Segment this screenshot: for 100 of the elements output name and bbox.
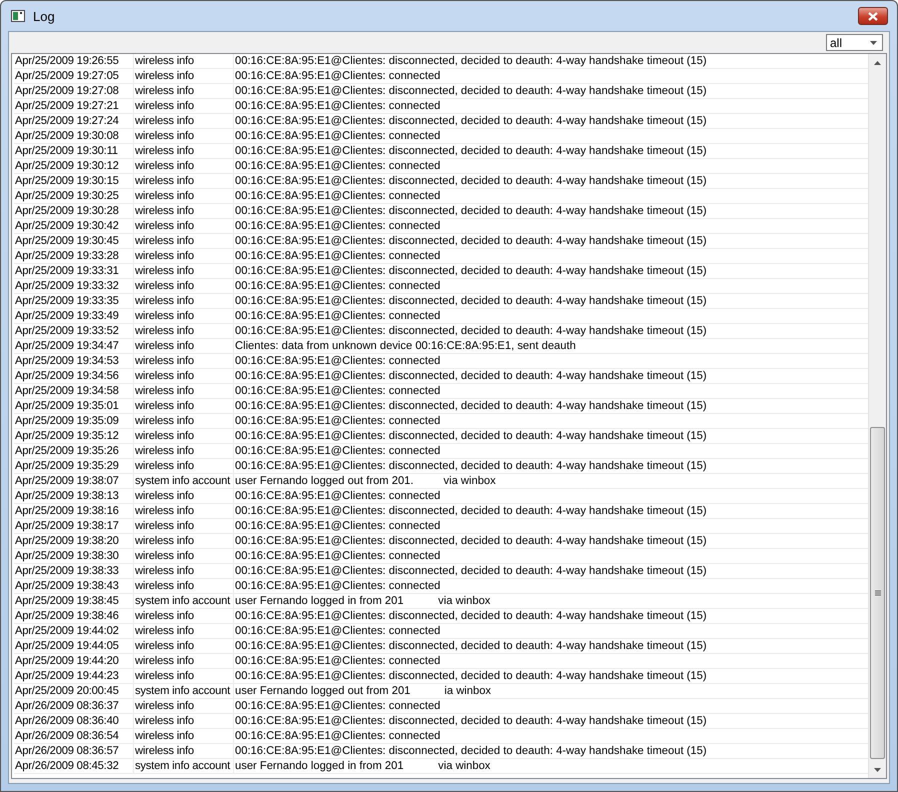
topic-cell: wireless info: [134, 744, 234, 758]
message-cell: 00:16:CE:8A:95:E1@Clientes: disconnected, decided to deauth: 4-way handshake timeout (15): [235, 174, 707, 188]
message-cell: 00:16:CE:8A:95:E1@Clientes: disconnected, decided to deauth: 4-way handshake timeout (15): [235, 324, 707, 338]
time-cell: Apr/25/2009 19:44:23: [14, 669, 134, 683]
close-button[interactable]: [858, 7, 888, 25]
window-icon: [11, 10, 25, 22]
scroll-down-icon[interactable]: [874, 768, 881, 772]
message-cell: 00:16:CE:8A:95:E1@Clientes: disconnected, decided to deauth: 4-way handshake timeout (15): [235, 534, 707, 548]
message-cell: user Fernando logged out from 201: [235, 684, 410, 698]
time-cell: Apr/25/2009 19:35:26: [14, 444, 134, 458]
topic-cell: system info account: [134, 474, 234, 488]
time-cell: Apr/25/2009 19:33:49: [14, 309, 134, 323]
time-cell: Apr/25/2009 19:38:30: [14, 549, 134, 563]
topic-cell: wireless info: [134, 729, 234, 743]
message-cell: 00:16:CE:8A:95:E1@Clientes: disconnected, decided to deauth: 4-way handshake timeout (15): [235, 369, 707, 383]
topic-cell: wireless info: [134, 294, 234, 308]
topic-cell: wireless info: [134, 99, 234, 113]
message-cell: 00:16:CE:8A:95:E1@Clientes: connected: [235, 189, 440, 203]
message-cell: 00:16:CE:8A:95:E1@Clientes: disconnected, decided to deauth: 4-way handshake timeout (15): [235, 234, 707, 248]
message-cell: 00:16:CE:8A:95:E1@Clientes: connected: [235, 549, 440, 563]
time-cell: Apr/25/2009 19:26:55: [14, 54, 134, 68]
topic-cell: wireless info: [134, 84, 234, 98]
time-cell: Apr/26/2009 08:36:57: [14, 744, 134, 758]
time-cell: Apr/25/2009 19:34:56: [14, 369, 134, 383]
message-cell: 00:16:CE:8A:95:E1@Clientes: disconnected, decided to deauth: 4-way handshake timeout (15): [235, 144, 707, 158]
topic-cell: wireless info: [134, 444, 234, 458]
time-cell: Apr/25/2009 19:30:45: [14, 234, 134, 248]
time-cell: Apr/25/2009 19:38:43: [14, 579, 134, 593]
message-cell: 00:16:CE:8A:95:E1@Clientes: connected: [235, 249, 440, 263]
topic-cell: wireless info: [134, 189, 234, 203]
time-cell: Apr/25/2009 19:38:16: [14, 504, 134, 518]
message-cell: 00:16:CE:8A:95:E1@Clientes: connected: [235, 69, 440, 83]
dropdown-arrow-icon[interactable]: [870, 40, 877, 44]
scrollbar[interactable]: [868, 54, 886, 778]
message-cell: 00:16:CE:8A:95:E1@Clientes: connected: [235, 444, 440, 458]
message-cell: 00:16:CE:8A:95:E1@Clientes: connected: [235, 219, 440, 233]
message-cell: 00:16:CE:8A:95:E1@Clientes: connected: [235, 579, 440, 593]
topic-cell: wireless info: [134, 579, 234, 593]
message-cell: 00:16:CE:8A:95:E1@Clientes: disconnected, decided to deauth: 4-way handshake timeout (15): [235, 504, 707, 518]
topic-cell: wireless info: [134, 624, 234, 638]
topic-cell: wireless info: [134, 564, 234, 578]
message-cell: 00:16:CE:8A:95:E1@Clientes: connected: [235, 384, 440, 398]
time-cell: Apr/25/2009 19:44:20: [14, 654, 134, 668]
topic-cell: wireless info: [134, 354, 234, 368]
time-cell: Apr/25/2009 19:27:24: [14, 114, 134, 128]
message-cell: 00:16:CE:8A:95:E1@Clientes: connected: [235, 159, 440, 173]
time-cell: Apr/25/2009 19:38:33: [14, 564, 134, 578]
topic-cell: wireless info: [134, 459, 234, 473]
topic-cell: wireless info: [134, 609, 234, 623]
message-cell: 00:16:CE:8A:95:E1@Clientes: connected: [235, 99, 440, 113]
time-cell: Apr/26/2009 08:45:32: [14, 759, 134, 773]
topic-cell: wireless info: [134, 144, 234, 158]
message-cell: 00:16:CE:8A:95:E1@Clientes: disconnected, decided to deauth: 4-way handshake timeout (15): [235, 204, 707, 218]
time-cell: Apr/25/2009 19:30:11: [14, 144, 134, 158]
time-cell: Apr/25/2009 19:30:12: [14, 159, 134, 173]
time-cell: Apr/25/2009 19:30:08: [14, 129, 134, 143]
time-cell: Apr/25/2009 20:00:45: [14, 684, 134, 698]
topic-cell: wireless info: [134, 309, 234, 323]
topic-cell: wireless info: [134, 549, 234, 563]
topic-cell: system info account: [134, 759, 234, 773]
topic-cell: wireless info: [134, 519, 234, 533]
filter-dropdown[interactable]: all: [826, 34, 883, 51]
message-cell: 00:16:CE:8A:95:E1@Clientes: connected: [235, 519, 440, 533]
time-cell: Apr/25/2009 19:30:42: [14, 219, 134, 233]
time-cell: Apr/25/2009 19:30:28: [14, 204, 134, 218]
message-cell: 00:16:CE:8A:95:E1@Clientes: connected: [235, 414, 440, 428]
topic-cell: wireless info: [134, 114, 234, 128]
message-cell: 00:16:CE:8A:95:E1@Clientes: disconnected, decided to deauth: 4-way handshake timeout (15): [235, 84, 707, 98]
topic-cell: wireless info: [134, 654, 234, 668]
message-cell: Clientes: data from unknown device 00:16:CE:8A:95:E1, sent deauth: [235, 339, 576, 353]
topic-cell: wireless info: [134, 159, 234, 173]
message-cell: 00:16:CE:8A:95:E1@Clientes: connected: [235, 624, 440, 638]
message-cell-text: via winbox: [437, 759, 490, 773]
time-cell: Apr/25/2009 19:35:12: [14, 429, 134, 443]
message-cell: 00:16:CE:8A:95:E1@Clientes: disconnected, decided to deauth: 4-way handshake timeout (15): [235, 54, 707, 68]
topic-cell: wireless info: [134, 129, 234, 143]
topic-cell: wireless info: [134, 714, 234, 728]
message-cell: 00:16:CE:8A:95:E1@Clientes: connected: [235, 309, 440, 323]
time-cell: Apr/26/2009 08:36:40: [14, 714, 134, 728]
message-cell: 00:16:CE:8A:95:E1@Clientes: connected: [235, 489, 440, 503]
message-cell-text: ia winbox: [443, 684, 492, 698]
message-cell: 00:16:CE:8A:95:E1@Clientes: disconnected, decided to deauth: 4-way handshake timeout (15): [235, 609, 707, 623]
message-cell: 00:16:CE:8A:95:E1@Clientes: disconnected, decided to deauth: 4-way handshake timeout (15): [235, 744, 707, 758]
topic-cell: wireless info: [134, 69, 234, 83]
message-cell: 00:16:CE:8A:95:E1@Clientes: disconnected, decided to deauth: 4-way handshake timeout (15): [235, 294, 707, 308]
scroll-thumb[interactable]: [870, 427, 885, 759]
time-cell: Apr/25/2009 19:38:17: [14, 519, 134, 533]
time-cell: Apr/25/2009 19:30:15: [14, 174, 134, 188]
message-cell: user Fernando logged in from 201: [235, 594, 404, 608]
scroll-up-icon[interactable]: [874, 60, 881, 64]
message-cell: 00:16:CE:8A:95:E1@Clientes: connected: [235, 279, 440, 293]
message-cell: 00:16:CE:8A:95:E1@Clientes: disconnected, decided to deauth: 4-way handshake timeout (15): [235, 429, 707, 443]
time-cell: Apr/25/2009 19:35:01: [14, 399, 134, 413]
topic-cell: wireless info: [134, 249, 234, 263]
time-cell: Apr/25/2009 19:35:29: [14, 459, 134, 473]
topic-cell: wireless info: [134, 279, 234, 293]
window-title: Log: [33, 8, 56, 24]
message-cell: 00:16:CE:8A:95:E1@Clientes: connected: [235, 699, 440, 713]
message-cell: user Fernando logged out from 201.: [235, 474, 414, 488]
time-cell: Apr/25/2009 19:38:46: [14, 609, 134, 623]
